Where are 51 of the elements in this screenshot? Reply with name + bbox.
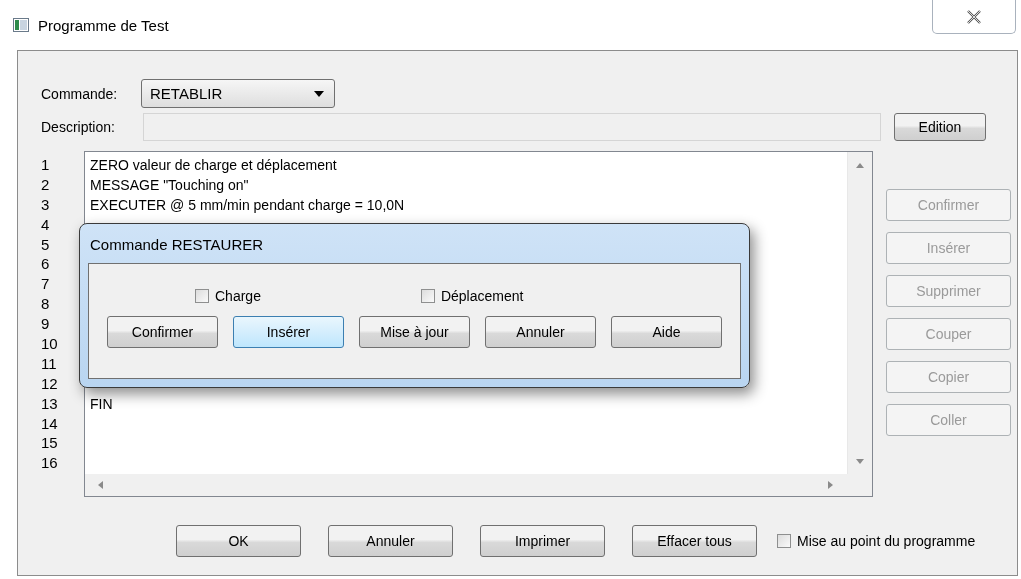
footer-button[interactable]: OK	[176, 525, 301, 557]
checkbox[interactable]	[777, 534, 791, 548]
line-number: 3	[41, 194, 51, 215]
checkbox[interactable]	[195, 289, 209, 303]
line-number: 15	[41, 433, 59, 454]
line-number: 5	[41, 234, 51, 255]
line-number: 4	[41, 214, 51, 235]
description-label: Description:	[40, 119, 116, 135]
dialog-button[interactable]: Aide	[611, 316, 722, 348]
edition-button[interactable]: Edition	[894, 113, 986, 141]
line-number: 14	[41, 413, 59, 434]
program-line: MESSAGE "Touching on"	[90, 175, 249, 195]
line-number: 12	[41, 373, 59, 394]
dialog-button[interactable]: Insérer	[233, 316, 344, 348]
line-number: 13	[41, 393, 59, 414]
line-number: 7	[41, 274, 51, 295]
scroll-right-icon[interactable]	[827, 481, 835, 489]
dialog-button[interactable]: Annuler	[485, 316, 596, 348]
program-line: FIN	[90, 394, 113, 414]
checkbox-label: Charge	[215, 288, 261, 304]
dialog-button[interactable]: Mise à jour	[359, 316, 470, 348]
close-icon	[966, 9, 982, 24]
program-line: EXECUTER @ 5 mm/min pendant charge = 10,0N	[90, 195, 405, 215]
close-button[interactable]	[932, 0, 1016, 34]
command-label: Commande:	[40, 85, 119, 102]
footer-button[interactable]: Effacer tous	[632, 525, 757, 557]
line-number: 2	[41, 174, 51, 195]
line-number: 16	[41, 453, 59, 474]
checkbox-label: Déplacement	[440, 288, 524, 304]
command-dropdown[interactable]: RETABLIR	[141, 79, 335, 108]
app-icon	[13, 18, 29, 32]
scroll-up-icon[interactable]	[856, 162, 864, 170]
vertical-scrollbar[interactable]	[847, 152, 872, 474]
line-number: 11	[41, 353, 58, 374]
window-title: Programme de Test	[38, 16, 169, 34]
dialog-button[interactable]: Confirmer	[107, 316, 218, 348]
line-number: 8	[41, 294, 51, 315]
line-number: 10	[41, 334, 59, 354]
dropdown-caret-icon	[314, 90, 324, 97]
line-number: 1	[41, 155, 51, 175]
scroll-down-icon[interactable]	[856, 458, 864, 466]
line-number: 6	[41, 254, 51, 275]
footer-button[interactable]: Imprimer	[480, 525, 605, 557]
line-number: 9	[41, 314, 51, 334]
checkbox[interactable]	[420, 289, 435, 303]
horizontal-scrollbar[interactable]	[85, 474, 847, 496]
program-line: ZERO valeur de charge et déplacement	[90, 156, 337, 175]
dialog-title: Commande RESTAURER	[89, 235, 264, 255]
scroll-left-icon[interactable]	[97, 481, 105, 489]
footer-button[interactable]: Annuler	[328, 525, 453, 557]
checkbox-label: Mise au point du programme	[797, 533, 976, 549]
